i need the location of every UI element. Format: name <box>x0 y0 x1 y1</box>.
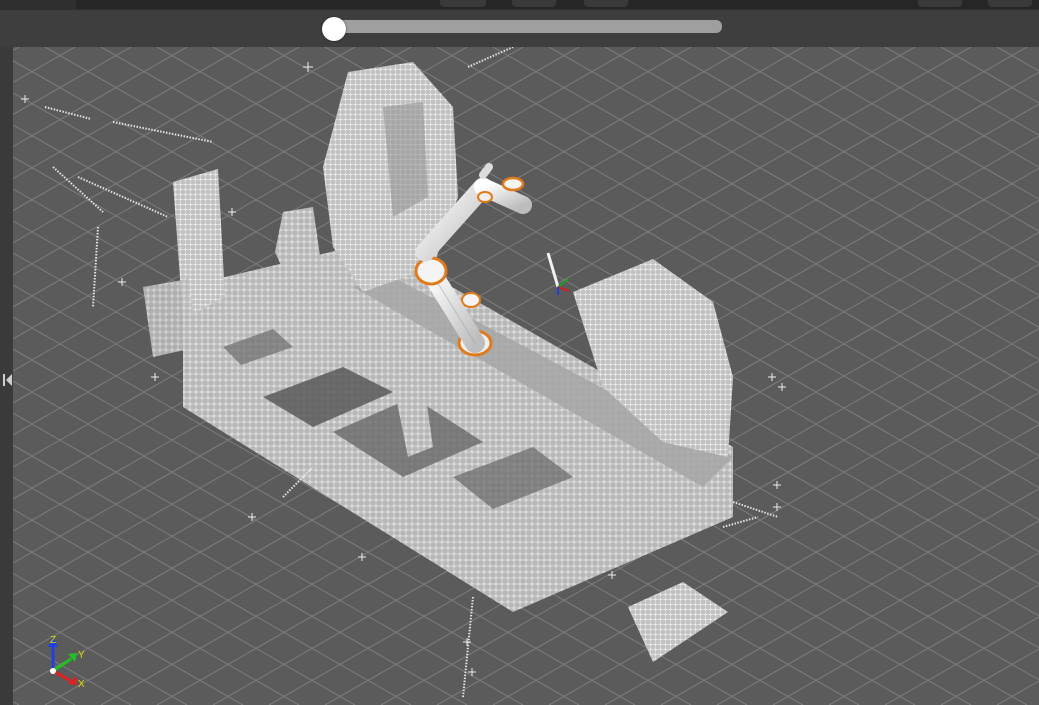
point-cloud <box>143 62 733 662</box>
toolbar-band <box>76 0 1039 9</box>
toolbar-button-2[interactable] <box>512 0 556 7</box>
toolbar-button-4[interactable] <box>918 0 962 7</box>
tool-frame-marker <box>546 252 570 295</box>
toolbar-button-1[interactable] <box>440 0 486 7</box>
3d-viewport[interactable]: Z Y X <box>13 47 1039 705</box>
timeline-bar <box>0 10 1039 47</box>
axis-label-y: Y <box>78 650 85 661</box>
point-cloud-tray <box>628 582 728 662</box>
timeline-slider-thumb[interactable] <box>322 17 346 41</box>
axis-label-x: X <box>78 679 85 690</box>
collapse-left-icon[interactable] <box>1 370 13 390</box>
timeline-slider-track[interactable] <box>326 20 722 33</box>
axis-label-z: Z <box>50 635 56 646</box>
top-toolbar <box>0 0 1039 10</box>
toolbar-button-3[interactable] <box>584 0 628 7</box>
toolbar-button-5[interactable] <box>988 0 1032 7</box>
